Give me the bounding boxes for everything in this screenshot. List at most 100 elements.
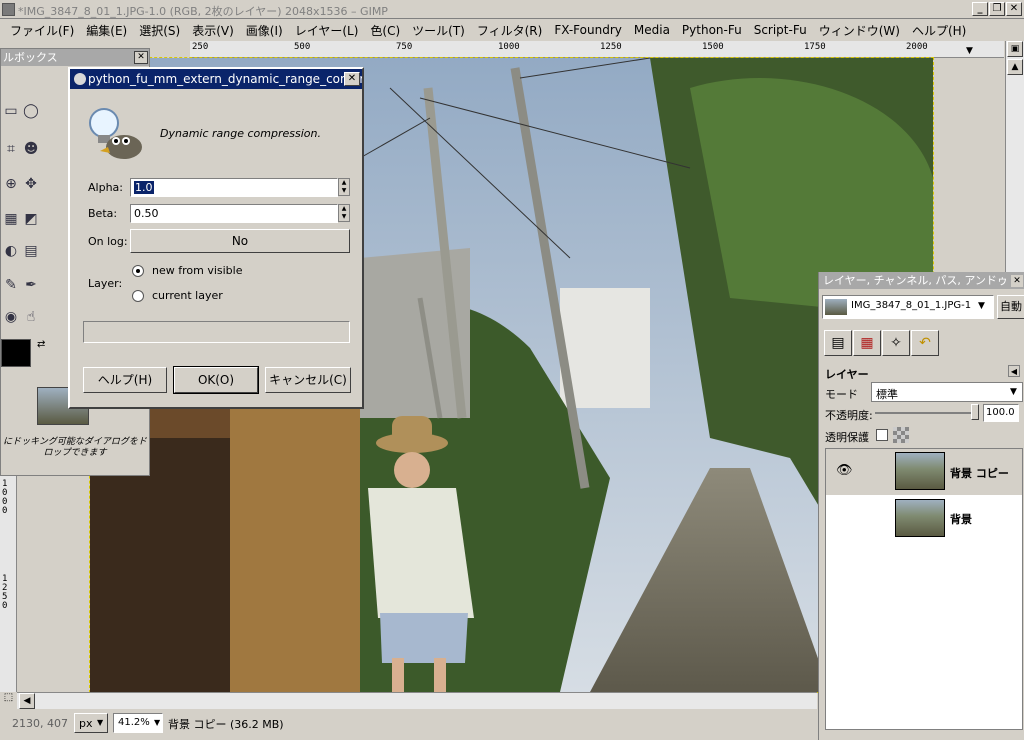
radio-new-from-visible[interactable]	[132, 265, 144, 277]
tab-layers-icon[interactable]: ▤	[824, 330, 852, 356]
opacity-slider-handle[interactable]	[971, 404, 979, 420]
ruler-pointer-icon: ▼	[966, 46, 973, 56]
chevron-down-icon: ▼	[97, 718, 104, 727]
perspective-tool-icon[interactable]: ◩	[21, 209, 41, 229]
menu-fx-foundry[interactable]: FX-Foundry	[548, 23, 628, 37]
menu-edit[interactable]: 編集(E)	[80, 22, 133, 39]
foreground-color-swatch[interactable]	[1, 339, 31, 367]
menu-windows[interactable]: ウィンドウ(W)	[813, 22, 906, 39]
ruler-label: 1000	[2, 479, 8, 516]
mode-label: モード	[825, 388, 858, 401]
beta-input[interactable]: 0.50	[130, 204, 338, 223]
radio-current-label: current layer	[152, 289, 223, 302]
ellipse-select-icon[interactable]: ◯	[21, 101, 41, 121]
pencil-tool-icon[interactable]: ✎	[1, 275, 21, 295]
menu-file[interactable]: ファイル(F)	[4, 22, 80, 39]
ruler-label: 1750	[804, 42, 826, 52]
image-selector[interactable]: IMG_3847_8_01_1.JPG-1 ▼	[822, 295, 994, 319]
rect-select-icon[interactable]: ▭	[1, 101, 21, 121]
ok-button[interactable]: OK(O)	[173, 366, 259, 394]
chevron-down-icon: ▼	[978, 301, 985, 311]
alpha-spinner[interactable]: ▲ ▼	[338, 178, 350, 196]
menu-python-fu[interactable]: Python-Fu	[676, 23, 748, 37]
tab-menu-icon[interactable]: ◀	[1008, 365, 1020, 377]
minimize-button[interactable]: _	[972, 2, 988, 16]
eye-icon[interactable]: 👁	[836, 463, 853, 478]
clone-tool-icon[interactable]: ◉	[1, 307, 21, 327]
toolbox-close-button[interactable]: ✕	[134, 51, 148, 64]
dialog-close-button[interactable]: ✕	[344, 72, 360, 86]
ruler-label: 250	[192, 42, 209, 52]
tab-paths-icon[interactable]: ✧	[882, 330, 910, 356]
layer-row[interactable]: 背景	[826, 495, 1022, 541]
gimp-icon	[74, 73, 86, 85]
onlog-label: On log:	[88, 235, 128, 248]
layer-label: Layer:	[88, 277, 123, 290]
smudge-tool-icon[interactable]: ☝	[21, 307, 41, 327]
close-window-button[interactable]: ✕	[1006, 2, 1022, 16]
layer-thumbnail	[895, 499, 945, 537]
tab-channels-icon[interactable]: ▦	[853, 330, 881, 356]
zoom-value: 41.2%	[118, 717, 150, 728]
layers-section-title: レイヤー	[825, 368, 869, 381]
menu-tools[interactable]: ツール(T)	[406, 22, 471, 39]
lock-alpha-checkbox[interactable]	[876, 429, 888, 441]
auto-button[interactable]: 自動	[997, 295, 1024, 319]
alpha-input[interactable]: 1.0	[130, 178, 338, 197]
menu-layer[interactable]: レイヤー(L)	[289, 22, 365, 39]
vertical-ruler[interactable]: 1000 1250	[0, 470, 17, 692]
wilber-bulb-icon	[86, 103, 146, 163]
unit-value: px	[79, 717, 93, 730]
menu-help[interactable]: ヘルプ(H)	[906, 22, 972, 39]
menu-colors[interactable]: 色(C)	[364, 22, 406, 39]
menu-view[interactable]: 表示(V)	[186, 22, 240, 39]
dock-drop-hint: にドッキング可能なダイアログをドロップできます	[3, 437, 147, 458]
ruler-label: 1250	[600, 42, 622, 52]
scroll-up-icon[interactable]: ▲	[1007, 59, 1023, 75]
quick-mask-icon[interactable]: ⬚	[0, 692, 17, 709]
move-tool-icon[interactable]: ✥	[21, 174, 41, 194]
opacity-slider[interactable]	[875, 412, 979, 414]
horizontal-scrollbar[interactable]: ◀	[17, 692, 817, 709]
ink-tool-icon[interactable]: ✒	[21, 275, 41, 295]
scale-tool-icon[interactable]: ▦	[1, 209, 21, 229]
swap-colors-icon[interactable]: ⇄	[37, 339, 45, 350]
radio-dot-icon	[136, 269, 140, 273]
menu-select[interactable]: 選択(S)	[133, 22, 186, 39]
opacity-input[interactable]: 100.0	[983, 404, 1019, 422]
pointer-coords: 2130, 407	[12, 717, 68, 730]
menu-image[interactable]: 画像(I)	[240, 22, 289, 39]
fuzzy-select-icon[interactable]: ☻	[21, 139, 41, 159]
mode-value: 標準	[876, 388, 898, 401]
beta-spinner[interactable]: ▲ ▼	[338, 204, 350, 222]
restore-button[interactable]: ❐	[989, 2, 1005, 16]
dock-close-button[interactable]: ✕	[1011, 275, 1023, 287]
ruler-label: 1000	[498, 42, 520, 52]
horizontal-ruler[interactable]: 250 500 750 1000 1250 1500 1750 2000 ▼	[190, 41, 1004, 58]
mode-select[interactable]: 標準 ▼	[871, 382, 1023, 402]
tab-undo-icon[interactable]: ↶	[911, 330, 939, 356]
zoom-select[interactable]: 41.2% ▼	[113, 713, 163, 733]
checkerboard-icon	[893, 427, 909, 443]
chevron-down-icon: ▼	[1010, 387, 1017, 397]
menu-filters[interactable]: フィルタ(R)	[471, 22, 548, 39]
ruler-label: 1250	[2, 574, 8, 611]
navigate-icon[interactable]: ▣	[1007, 41, 1023, 57]
help-button[interactable]: ヘルプ(H)	[83, 367, 167, 393]
menu-media[interactable]: Media	[628, 23, 676, 37]
scroll-left-icon[interactable]: ◀	[19, 693, 35, 709]
layer-thumbnail	[895, 452, 945, 490]
blend-tool-icon[interactable]: ▤	[21, 241, 41, 261]
unit-select[interactable]: px ▼	[74, 713, 108, 733]
align-tool-icon[interactable]: ⊕	[1, 174, 21, 194]
cancel-button[interactable]: キャンセル(C)	[265, 367, 351, 393]
menu-script-fu[interactable]: Script-Fu	[748, 23, 813, 37]
layers-dock-title: レイヤー, チャンネル, パス, アンドゥ	[819, 272, 1024, 289]
radio-current-layer[interactable]	[132, 290, 144, 302]
layer-list[interactable]: 👁 背景 コピー 背景	[825, 448, 1023, 730]
bucket-tool-icon[interactable]: ◐	[1, 241, 21, 261]
window-title: *IMG_3847_8_01_1.JPG-1.0 (RGB, 2枚のレイヤー) …	[18, 5, 388, 18]
onlog-toggle-button[interactable]: No	[130, 229, 350, 253]
layer-row[interactable]: 👁 背景 コピー	[826, 449, 1022, 495]
crop-tool-icon[interactable]: ⌗	[1, 139, 21, 159]
